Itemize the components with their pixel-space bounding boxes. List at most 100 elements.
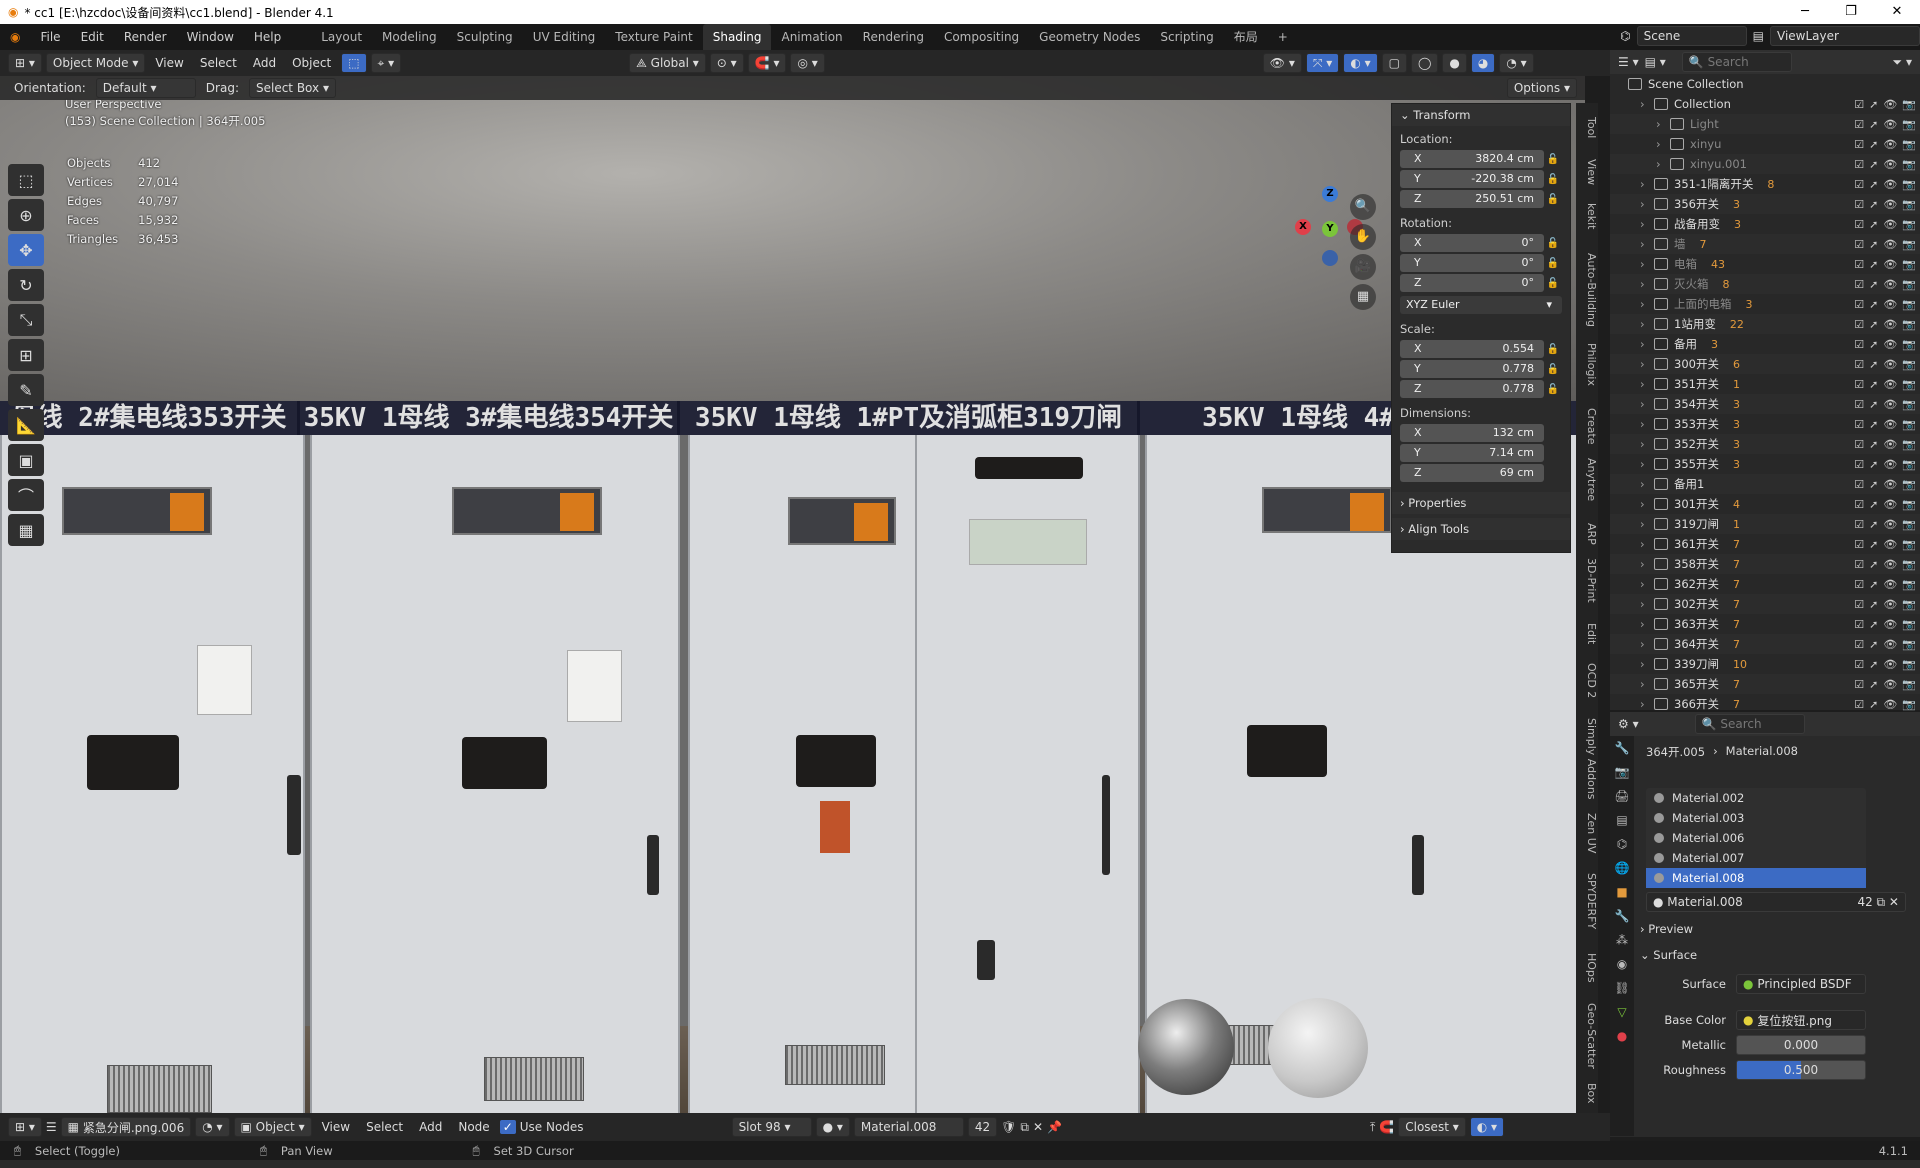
camera-icon[interactable]: 🎥 xyxy=(1350,254,1376,280)
sidebar-tab[interactable]: Box xyxy=(1576,1083,1598,1103)
unlink-icon[interactable]: ✕ xyxy=(1033,1120,1043,1134)
menu-select[interactable]: Select xyxy=(194,56,243,70)
tool-tab-icon[interactable]: 🔧 xyxy=(1610,736,1634,760)
rotation-mode-selector[interactable]: XYZ Euler ▾ xyxy=(1400,296,1562,314)
exclude-checkbox[interactable]: ☑ xyxy=(1854,638,1864,651)
dimensions-z-field[interactable]: Z 69 cm xyxy=(1400,464,1544,482)
menu-file[interactable]: File xyxy=(30,30,70,44)
select-arrow-icon[interactable]: ➚ xyxy=(1869,338,1878,351)
orientation-selector[interactable]: Default ▾ xyxy=(95,78,196,98)
select-arrow-icon[interactable]: ➚ xyxy=(1869,598,1878,611)
expand-chevron-icon[interactable]: › xyxy=(1656,117,1670,131)
sidebar-tab[interactable]: Tool xyxy=(1576,117,1598,138)
rotation-x-field[interactable]: X 0° xyxy=(1400,234,1544,252)
outliner-item[interactable]: › 300开关 6 ☑ ➚ 👁 📷 xyxy=(1610,354,1920,374)
properties-search-input[interactable]: 🔍 Search xyxy=(1694,714,1805,734)
rotation-z-field[interactable]: Z 0° xyxy=(1400,274,1544,292)
tab-shading[interactable]: Shading xyxy=(702,24,772,50)
shader-type-icon[interactable]: ◔ ▾ xyxy=(195,1117,230,1137)
outliner-item[interactable]: › 302开关 7 ☑ ➚ 👁 📷 xyxy=(1610,594,1920,614)
scene-selector[interactable]: Scene xyxy=(1636,26,1747,46)
select-arrow-icon[interactable]: ➚ xyxy=(1869,198,1878,211)
render-camera-icon[interactable]: 📷 xyxy=(1902,278,1916,291)
outliner-item[interactable]: › 356开关 3 ☑ ➚ 👁 📷 xyxy=(1610,194,1920,214)
exclude-checkbox[interactable]: ☑ xyxy=(1854,138,1864,151)
gizmo-neg-z[interactable] xyxy=(1322,250,1338,266)
material-field[interactable]: ● Material.008 42 ⧉ ✕ xyxy=(1646,892,1906,912)
world-tab-icon[interactable]: 🌐 xyxy=(1610,856,1634,880)
outliner-item[interactable]: › 362开关 7 ☑ ➚ 👁 📷 xyxy=(1610,574,1920,594)
gizmo-toggle-icon[interactable]: ⤧ ▾ xyxy=(1305,53,1340,73)
add-cube-tool-icon[interactable]: ▣ xyxy=(8,444,44,476)
exclude-checkbox[interactable]: ☑ xyxy=(1854,498,1864,511)
outliner-item[interactable]: › 363开关 7 ☑ ➚ 👁 📷 xyxy=(1610,614,1920,634)
tab-animation[interactable]: Animation xyxy=(771,24,852,50)
menu-edit[interactable]: Edit xyxy=(71,30,114,44)
outliner-item[interactable]: › 墙 7 ☑ ➚ 👁 📷 xyxy=(1610,234,1920,254)
select-arrow-icon[interactable]: ➚ xyxy=(1869,518,1878,531)
shading-solid-icon[interactable]: ● xyxy=(1442,53,1467,73)
eye-icon[interactable]: 👁 xyxy=(1883,98,1897,111)
exclude-checkbox[interactable]: ☑ xyxy=(1854,398,1864,411)
tab-custom-layout[interactable]: 布局 xyxy=(1224,24,1268,50)
image-selector[interactable]: ▦ 紧急分闸.png.006 xyxy=(60,1117,192,1137)
render-camera-icon[interactable]: 📷 xyxy=(1902,678,1916,691)
shading-material-icon[interactable]: ◕ xyxy=(1470,53,1496,73)
mode-selector[interactable]: Object Mode ▾ xyxy=(45,53,146,73)
select-arrow-icon[interactable]: ➚ xyxy=(1869,218,1878,231)
add-workspace-button[interactable]: + xyxy=(1268,24,1298,50)
render-camera-icon[interactable]: 📷 xyxy=(1902,258,1916,271)
exclude-checkbox[interactable]: ☑ xyxy=(1854,538,1864,551)
material-slot[interactable]: Material.003 xyxy=(1646,808,1866,828)
lock-icon[interactable]: 🔓 xyxy=(1544,154,1562,165)
fake-user-icon[interactable]: 🛡 xyxy=(1001,1120,1016,1134)
pivot-icon[interactable]: ⊙ ▾ xyxy=(709,53,744,73)
surface-shader-field[interactable]: ● Principled BSDF xyxy=(1736,974,1866,994)
outliner-item[interactable]: › 339刀闸 10 ☑ ➚ 👁 📷 xyxy=(1610,654,1920,674)
exclude-checkbox[interactable]: ☑ xyxy=(1854,658,1864,671)
move-tool-icon[interactable]: ✥ xyxy=(8,234,44,266)
sidebar-tab[interactable]: kekit xyxy=(1576,203,1598,230)
lock-icon[interactable]: 🔓 xyxy=(1544,258,1562,269)
select-arrow-icon[interactable]: ➚ xyxy=(1869,498,1878,511)
location-x-field[interactable]: X 3820.4 cm xyxy=(1400,150,1544,168)
sidebar-tab[interactable]: OCD 2 xyxy=(1576,663,1598,698)
render-camera-icon[interactable]: 📷 xyxy=(1902,298,1916,311)
eye-icon[interactable]: 👁 xyxy=(1883,678,1897,691)
tab-compositing[interactable]: Compositing xyxy=(934,24,1029,50)
tab-geometry-nodes[interactable]: Geometry Nodes xyxy=(1029,24,1150,50)
select-arrow-icon[interactable]: ➚ xyxy=(1869,398,1878,411)
overlay-toggle-icon[interactable]: ◐ ▾ xyxy=(1343,53,1378,73)
render-camera-icon[interactable]: 📷 xyxy=(1902,118,1916,131)
lock-icon[interactable]: 🔓 xyxy=(1544,344,1562,355)
render-camera-icon[interactable]: 📷 xyxy=(1902,238,1916,251)
eye-icon[interactable]: 👁 xyxy=(1883,258,1897,271)
lock-icon[interactable]: 🔓 xyxy=(1544,238,1562,249)
render-camera-icon[interactable]: 📷 xyxy=(1902,398,1916,411)
exclude-checkbox[interactable]: ☑ xyxy=(1854,698,1864,711)
expand-chevron-icon[interactable]: › xyxy=(1640,417,1654,431)
transform-orientation-selector[interactable]: ⟁ Global ▾ xyxy=(629,53,706,73)
material-tab-icon[interactable]: ● xyxy=(1610,1024,1634,1048)
curve-tool-icon[interactable]: ⌒ xyxy=(8,479,44,511)
menu-add[interactable]: Add xyxy=(413,1120,448,1134)
expand-chevron-icon[interactable]: › xyxy=(1640,697,1654,711)
sidebar-tab[interactable]: Zen UV xyxy=(1576,813,1598,853)
roughness-slider[interactable]: 0.500 xyxy=(1736,1060,1866,1080)
eye-icon[interactable]: 👁 xyxy=(1883,438,1897,451)
node-material-field[interactable]: Material.008 xyxy=(853,1117,964,1137)
scene-tab-icon[interactable]: ⌬ xyxy=(1610,832,1634,856)
expand-chevron-icon[interactable]: › xyxy=(1640,297,1654,311)
render-camera-icon[interactable]: 📷 xyxy=(1902,558,1916,571)
outliner-item[interactable]: › 上面的电箱 3 ☑ ➚ 👁 📷 xyxy=(1610,294,1920,314)
expand-chevron-icon[interactable]: › xyxy=(1640,177,1654,191)
sidebar-tab[interactable]: Simply Addons xyxy=(1576,718,1598,800)
dimensions-y-field[interactable]: Y 7.14 cm xyxy=(1400,444,1544,462)
view-layer-tab-icon[interactable]: ▤ xyxy=(1610,808,1634,832)
eye-icon[interactable]: 👁 xyxy=(1883,418,1897,431)
expand-chevron-icon[interactable]: › xyxy=(1640,317,1654,331)
menu-add[interactable]: Add xyxy=(247,56,282,70)
exclude-checkbox[interactable]: ☑ xyxy=(1854,458,1864,471)
sidebar-tab[interactable]: Auto-Building xyxy=(1576,253,1598,327)
rotate-tool-icon[interactable]: ↻ xyxy=(8,269,44,301)
